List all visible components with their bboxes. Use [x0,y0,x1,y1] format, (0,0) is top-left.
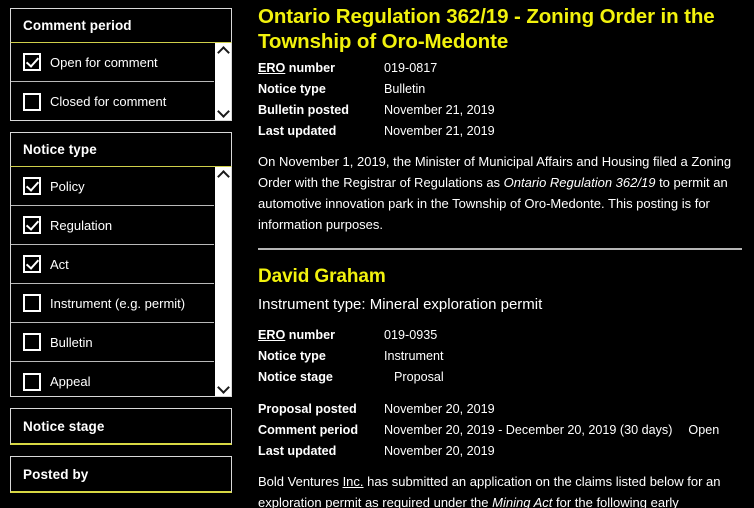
option-label: Bulletin [50,334,93,350]
checkbox-checked-icon[interactable] [23,216,41,234]
scroll-up-arrow-icon[interactable] [215,43,231,59]
facet-notice-stage: Notice stage [10,408,232,445]
act-citation: Mining Act [492,495,553,508]
facet-posted-by: Posted by [10,456,232,493]
option-label: Closed for comment [50,94,167,109]
option-label: Regulation [50,217,113,233]
option-appeal[interactable]: Appeal [11,362,231,396]
meta-value: 019-0935 [384,328,438,342]
result-divider [258,248,742,250]
notice-metadata: ERO number 019-0817 Notice type Bulletin… [258,58,746,142]
facet-notice-type-body: Policy Regulation Act Instrument (e.g. p… [10,167,232,397]
meta-value: Bulletin [384,82,426,96]
option-act[interactable]: Act [11,245,231,284]
checkbox-unchecked-icon[interactable] [23,372,41,391]
notice-instrument-type: Instrument type: Mineral exploration per… [258,296,543,313]
facet-comment-period: Comment period Open for comment Closed f… [10,8,232,121]
scrollbar-thumb[interactable] [217,58,229,106]
notice-summary: On November 1, 2019, the Minister of Mun… [258,154,732,232]
scroll-down-arrow-icon[interactable] [215,104,231,120]
facet-notice-stage-header[interactable]: Notice stage [10,408,232,445]
meta-label: Notice stage [258,370,333,384]
option-instrument[interactable]: Instrument (e.g. permit) [11,284,231,323]
meta-label: Bulletin posted [258,103,349,117]
checkbox-checked-icon[interactable] [23,177,41,195]
facet-comment-period-header[interactable]: Comment period [10,8,232,43]
facet-comment-period-body: Open for comment Closed for comment [10,43,232,121]
ero-abbr: ERO [258,328,286,342]
meta-value: November 20, 2019 [384,402,495,416]
scrollbar-thumb[interactable] [217,182,229,368]
checkbox-checked-icon[interactable] [23,53,41,71]
facet-posted-by-header[interactable]: Posted by [10,456,232,493]
meta-label: Comment period [258,423,359,437]
checkbox-checked-icon[interactable] [23,255,41,273]
search-results-list: Ontario Regulation 362/19 - Zoning Order… [248,0,754,508]
filter-sidebar: Comment period Open for comment Closed f… [0,0,248,508]
option-open-for-comment[interactable]: Open for comment [11,43,231,82]
facet-notice-type: Notice type Policy Regulation Act Instru… [10,132,232,397]
meta-row-comment-period: Comment period November 20, 2019 - Decem… [258,420,746,441]
meta-label: Notice type [258,349,326,363]
checkbox-unchecked-icon[interactable] [23,92,41,111]
meta-value: Proposal [394,370,444,384]
notice-type-scrollbar[interactable] [214,167,231,396]
meta-value: November 20, 2019 [384,444,495,458]
meta-value: 019-0817 [384,61,438,75]
comment-period-option-list: Open for comment Closed for comment [11,43,231,120]
option-label: Appeal [50,374,91,389]
meta-label: ERO number [258,325,384,346]
option-label: Open for comment [50,54,158,70]
facet-notice-type-header[interactable]: Notice type [10,132,232,167]
scroll-down-arrow-icon[interactable] [215,380,231,396]
meta-row-notice-type: Notice type Bulletin [258,79,746,100]
meta-row-last-updated: Last updated November 20, 2019 [258,441,746,462]
comment-period-scrollbar[interactable] [214,43,231,120]
comment-status-badge: Open [688,423,720,437]
checkbox-unchecked-icon[interactable] [23,294,41,312]
notice-title-link[interactable]: David Graham [258,264,746,289]
regulation-citation: Ontario Regulation 362/19 [503,175,656,190]
meta-value: November 21, 2019 [384,103,495,117]
option-policy[interactable]: Policy [11,167,231,206]
notice-metadata: ERO number 019-0935 Notice type Instrume… [258,325,746,462]
option-closed-for-comment[interactable]: Closed for comment [11,82,231,120]
option-label: Act [50,256,69,272]
meta-row-notice-type: Notice type Instrument [258,346,746,367]
option-label: Instrument (e.g. permit) [50,295,186,311]
meta-label: Last updated [258,124,337,138]
ero-abbr: ERO [258,61,286,75]
notice-type-option-list: Policy Regulation Act Instrument (e.g. p… [11,167,231,396]
meta-label: ERO number [258,58,384,79]
meta-label: Last updated [258,444,337,458]
checkbox-unchecked-icon[interactable] [23,333,41,351]
meta-row-bulletin-posted: Bulletin posted November 21, 2019 [258,100,746,121]
meta-label-rest: number [285,328,335,342]
meta-label: Proposal posted [258,402,357,416]
ero-registry-search-page: Comment period Open for comment Closed f… [0,0,754,508]
meta-value: November 21, 2019 [384,124,495,138]
option-bulletin[interactable]: Bulletin [11,323,231,362]
meta-row-proposal-posted: Proposal posted November 20, 2019 [258,399,746,420]
meta-row-ero-number: ERO number 019-0935 [258,325,746,346]
notice-result-item: David Graham Instrument type: Mineral ex… [258,264,746,508]
option-label: Policy [50,178,85,194]
meta-row-notice-stage: Notice stage Proposal [258,367,746,388]
inc-abbr: Inc. [342,474,364,489]
notice-summary: Bold Ventures Inc. has submitted an appl… [258,474,721,508]
meta-label: Notice type [258,82,326,96]
notice-title-link[interactable]: Ontario Regulation 362/19 - Zoning Order… [258,4,746,54]
meta-row-ero-number: ERO number 019-0817 [258,58,746,79]
meta-value: November 20, 2019 - December 20, 2019 (3… [384,423,673,437]
meta-value: Instrument [384,349,444,363]
scroll-up-arrow-icon[interactable] [215,167,231,183]
notice-result-item: Ontario Regulation 362/19 - Zoning Order… [258,4,746,235]
meta-label-rest: number [285,61,335,75]
meta-row-last-updated: Last updated November 21, 2019 [258,121,746,142]
option-regulation[interactable]: Regulation [11,206,231,245]
